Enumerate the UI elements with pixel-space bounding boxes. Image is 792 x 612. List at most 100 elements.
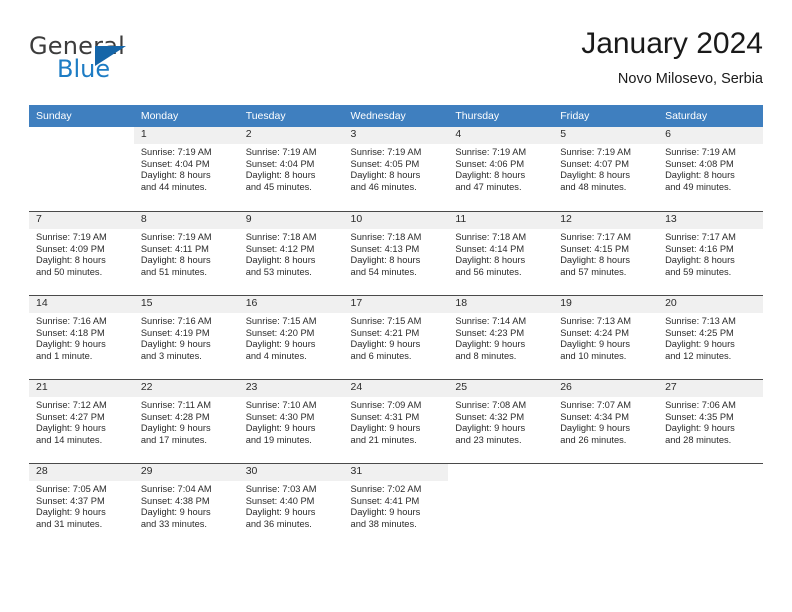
calendar-day-cell-empty	[448, 463, 554, 547]
day-number	[658, 464, 763, 481]
calendar-day-cell[interactable]: 24 Sunrise: 7:09 AM Sunset: 4:31 PM Dayligh…	[343, 379, 449, 463]
daylight-text-line1: Daylight: 8 hours	[560, 170, 630, 181]
weekday-header-friday: Friday	[553, 105, 659, 127]
sunrise-text: Sunrise: 7:08 AM	[455, 400, 527, 410]
sunset-text: Sunset: 4:23 PM	[455, 327, 525, 338]
sunrise-text: Sunrise: 7:16 AM	[140, 316, 212, 326]
calendar-day-cell[interactable]: 19 Sunrise: 7:13 AM Sunset: 4:24 PM Dayligh…	[553, 295, 659, 379]
sunset-text: Sunset: 4:12 PM	[245, 243, 315, 254]
sunrise-text: Sunrise: 7:03 AM	[245, 484, 317, 494]
calendar-day-cell[interactable]: 22 Sunrise: 7:11 AM Sunset: 4:28 PM Dayligh…	[133, 379, 239, 463]
day-details: Sunrise: 7:11 AM Sunset: 4:28 PM Daylight:…	[134, 397, 239, 446]
calendar-day-cell[interactable]: 8 Sunrise: 7:19 AM Sunset: 4:11 PM Daylight…	[133, 211, 239, 295]
daylight-text-line2: and 49 minutes.	[665, 181, 732, 192]
calendar-day-cell-empty	[553, 463, 659, 547]
day-details: Sunrise: 7:18 AM Sunset: 4:13 PM Daylight:…	[344, 229, 449, 278]
sunset-text: Sunset: 4:16 PM	[665, 243, 734, 254]
calendar-day-cell[interactable]: 28 Sunrise: 7:05 AM Sunset: 4:37 PM Dayligh…	[29, 463, 134, 547]
calendar-day-cell[interactable]: 12 Sunrise: 7:17 AM Sunset: 4:15 PM Dayligh…	[553, 211, 659, 295]
calendar-day-cell[interactable]: 6 Sunrise: 7:19 AM Sunset: 4:08 PM Daylight…	[658, 127, 763, 211]
weekday-header-sunday: Sunday	[29, 105, 134, 127]
sunrise-text: Sunrise: 7:13 AM	[560, 316, 632, 326]
day-details: Sunrise: 7:19 AM Sunset: 4:09 PM Daylight:…	[29, 229, 134, 278]
day-number: 18	[448, 296, 554, 313]
day-number: 13	[658, 212, 763, 229]
calendar-day-cell[interactable]: 17 Sunrise: 7:15 AM Sunset: 4:21 PM Dayligh…	[343, 295, 449, 379]
day-number: 25	[448, 380, 554, 397]
daylight-text-line2: and 26 minutes.	[560, 434, 627, 445]
calendar-week-row: 7 Sunrise: 7:19 AM Sunset: 4:09 PM Daylight…	[29, 211, 763, 295]
calendar-day-cell[interactable]: 2 Sunrise: 7:19 AM Sunset: 4:04 PM Daylight…	[238, 127, 344, 211]
calendar-day-cell[interactable]: 16 Sunrise: 7:15 AM Sunset: 4:20 PM Dayligh…	[238, 295, 344, 379]
calendar-day-cell[interactable]: 27 Sunrise: 7:06 AM Sunset: 4:35 PM Dayligh…	[658, 379, 763, 463]
daylight-text-line1: Daylight: 9 hours	[36, 423, 106, 434]
day-number: 5	[553, 127, 659, 144]
sunset-text: Sunset: 4:08 PM	[665, 158, 734, 169]
calendar-day-cell[interactable]: 23 Sunrise: 7:10 AM Sunset: 4:30 PM Dayligh…	[238, 379, 344, 463]
day-details: Sunrise: 7:09 AM Sunset: 4:31 PM Daylight:…	[344, 397, 449, 446]
weekday-header-wednesday: Wednesday	[343, 105, 449, 127]
sunset-text: Sunset: 4:28 PM	[140, 411, 210, 422]
calendar-day-cell[interactable]: 3 Sunrise: 7:19 AM Sunset: 4:05 PM Daylight…	[343, 127, 449, 211]
daylight-text-line2: and 3 minutes.	[140, 350, 202, 361]
sunset-text: Sunset: 4:37 PM	[36, 495, 105, 506]
sunrise-text: Sunrise: 7:19 AM	[36, 232, 107, 242]
calendar-day-cell[interactable]: 1 Sunrise: 7:19 AM Sunset: 4:04 PM Daylight…	[133, 127, 239, 211]
daylight-text-line1: Daylight: 8 hours	[245, 255, 316, 266]
calendar-day-cell[interactable]: 11 Sunrise: 7:18 AM Sunset: 4:14 PM Dayligh…	[448, 211, 554, 295]
day-number	[553, 464, 658, 481]
calendar-day-cell[interactable]: 7 Sunrise: 7:19 AM Sunset: 4:09 PM Daylight…	[29, 211, 134, 295]
sunset-text: Sunset: 4:27 PM	[36, 411, 105, 422]
calendar-table: Sunday Monday Tuesday Wednesday Thursday Frid…	[29, 105, 763, 547]
calendar-day-cell[interactable]: 31 Sunrise: 7:02 AM Sunset: 4:41 PM Dayligh…	[343, 463, 449, 547]
sunset-text: Sunset: 4:06 PM	[455, 158, 525, 169]
daylight-text-line1: Daylight: 8 hours	[140, 255, 211, 266]
sunset-text: Sunset: 4:32 PM	[455, 411, 525, 422]
daylight-text-line1: Daylight: 9 hours	[245, 507, 316, 518]
calendar-week-row: 14 Sunrise: 7:16 AM Sunset: 4:18 PM Dayligh…	[29, 295, 763, 379]
calendar-day-cell[interactable]: 15 Sunrise: 7:16 AM Sunset: 4:19 PM Dayligh…	[133, 295, 239, 379]
calendar-day-cell-empty	[658, 463, 763, 547]
daylight-text-line2: and 46 minutes.	[350, 181, 417, 192]
daylight-text-line1: Daylight: 8 hours	[455, 255, 526, 266]
daylight-text-line2: and 54 minutes.	[350, 266, 417, 277]
sunset-text: Sunset: 4:13 PM	[350, 243, 420, 254]
calendar-day-cell[interactable]: 21 Sunrise: 7:12 AM Sunset: 4:27 PM Dayligh…	[29, 379, 134, 463]
calendar-day-cell[interactable]: 13 Sunrise: 7:17 AM Sunset: 4:16 PM Dayligh…	[658, 211, 763, 295]
calendar-day-cell[interactable]: 10 Sunrise: 7:18 AM Sunset: 4:13 PM Dayligh…	[343, 211, 449, 295]
day-number: 7	[29, 212, 134, 229]
general-blue-logo[interactable]: General Blue	[29, 32, 229, 90]
calendar-day-cell[interactable]: 20 Sunrise: 7:13 AM Sunset: 4:25 PM Dayligh…	[658, 295, 763, 379]
sunset-text: Sunset: 4:25 PM	[665, 327, 734, 338]
sunset-text: Sunset: 4:31 PM	[350, 411, 420, 422]
calendar-day-cell[interactable]: 5 Sunrise: 7:19 AM Sunset: 4:07 PM Daylight…	[553, 127, 659, 211]
calendar-day-cell[interactable]: 18 Sunrise: 7:14 AM Sunset: 4:23 PM Dayligh…	[448, 295, 554, 379]
calendar-day-cell[interactable]: 29 Sunrise: 7:04 AM Sunset: 4:38 PM Dayligh…	[133, 463, 239, 547]
day-number: 24	[343, 380, 449, 397]
day-number: 4	[448, 127, 554, 144]
daylight-text-line2: and 19 minutes.	[245, 434, 312, 445]
sunrise-text: Sunrise: 7:18 AM	[455, 232, 527, 242]
calendar-day-cell[interactable]: 30 Sunrise: 7:03 AM Sunset: 4:40 PM Dayligh…	[238, 463, 344, 547]
calendar-day-cell[interactable]: 9 Sunrise: 7:18 AM Sunset: 4:12 PM Daylight…	[238, 211, 344, 295]
weekday-header-saturday: Saturday	[658, 105, 763, 127]
daylight-text-line1: Daylight: 8 hours	[560, 255, 630, 266]
calendar-day-cell[interactable]: 26 Sunrise: 7:07 AM Sunset: 4:34 PM Dayligh…	[553, 379, 659, 463]
daylight-text-line2: and 38 minutes.	[350, 518, 417, 529]
daylight-text-line2: and 59 minutes.	[665, 266, 732, 277]
day-number: 17	[343, 296, 449, 313]
day-details: Sunrise: 7:03 AM Sunset: 4:40 PM Daylight:…	[239, 481, 344, 530]
calendar-day-cell[interactable]: 4 Sunrise: 7:19 AM Sunset: 4:06 PM Daylight…	[448, 127, 554, 211]
day-number: 16	[238, 296, 344, 313]
sunrise-text: Sunrise: 7:09 AM	[350, 400, 422, 410]
sunrise-text: Sunrise: 7:07 AM	[560, 400, 632, 410]
daylight-text-line1: Daylight: 9 hours	[245, 423, 316, 434]
sunrise-text: Sunrise: 7:11 AM	[140, 400, 211, 410]
daylight-text-line2: and 10 minutes.	[560, 350, 627, 361]
daylight-text-line1: Daylight: 9 hours	[140, 339, 211, 350]
sunset-text: Sunset: 4:04 PM	[140, 158, 210, 169]
calendar-day-cell[interactable]: 25 Sunrise: 7:08 AM Sunset: 4:32 PM Dayligh…	[448, 379, 554, 463]
day-number: 6	[658, 127, 763, 144]
calendar-day-cell[interactable]: 14 Sunrise: 7:16 AM Sunset: 4:18 PM Dayligh…	[29, 295, 134, 379]
day-number	[29, 127, 134, 144]
